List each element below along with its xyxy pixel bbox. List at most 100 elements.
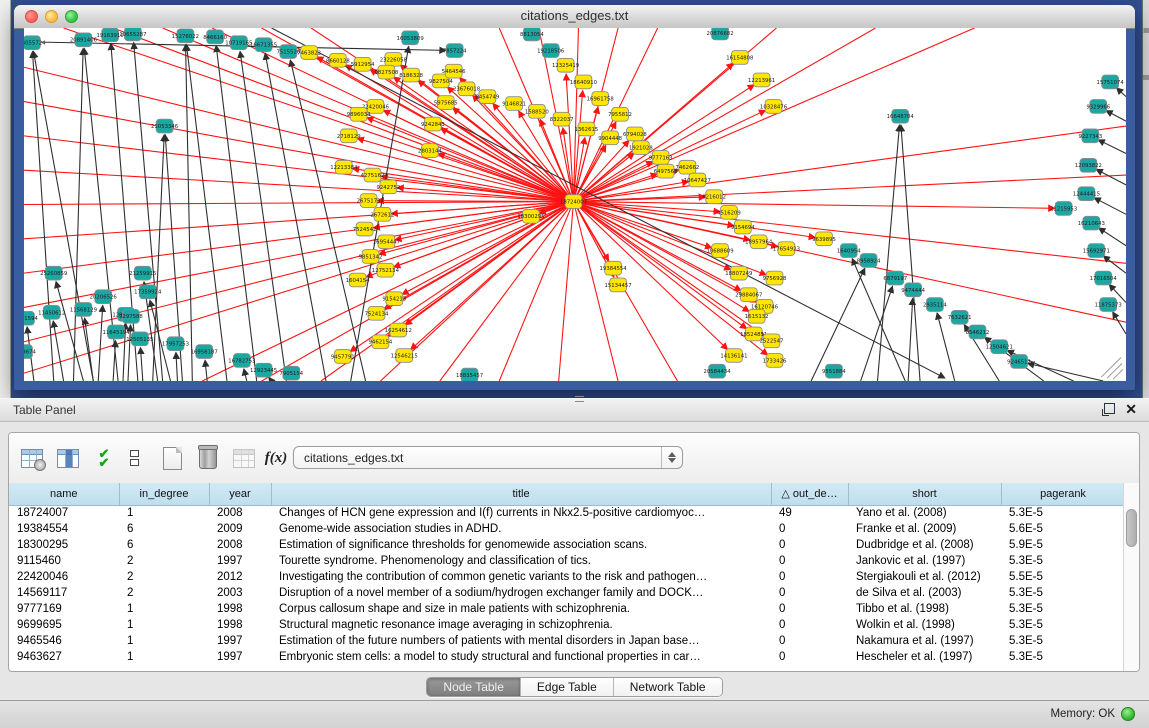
cell-title[interactable]: Structural magnetic resonance image aver… [271,617,771,633]
table-row[interactable]: 969969511998Structural magnetic resonanc… [9,617,1125,633]
cell-short[interactable]: Franke et al. (2009) [848,521,1001,537]
cell-year[interactable]: 2008 [209,505,271,521]
cell-pagerank[interactable]: 5.3E-5 [1001,553,1125,569]
cell-in_degree[interactable]: 2 [119,585,209,601]
tab-node-table[interactable]: Node Table [427,678,520,696]
cell-title[interactable]: Investigating the contribution of common… [271,569,771,585]
cell-name[interactable]: 19384554 [9,521,119,537]
cell-in_degree[interactable]: 2 [119,553,209,569]
cell-title[interactable]: Changes of HCN gene expression and I(f) … [271,505,771,521]
table-row[interactable]: 946554611997Estimation of the future num… [9,633,1125,649]
cell-out_degree[interactable]: 49 [771,505,848,521]
cell-year[interactable]: 2009 [209,521,271,537]
cell-title[interactable]: Genome-wide association studies in ADHD. [271,521,771,537]
row-checks-icon[interactable]: ✔✔ [91,445,117,471]
cell-title[interactable]: Corpus callosum shape and size in male p… [271,601,771,617]
cell-in_degree[interactable]: 2 [119,569,209,585]
column-header-out_de[interactable]: △ out_de… [771,483,848,505]
function-builder-icon[interactable]: f(x) [263,445,289,471]
cell-name[interactable]: 9699695 [9,617,119,633]
cell-short[interactable]: Tibbo et al. (1998) [848,601,1001,617]
cell-out_degree[interactable]: 0 [771,553,848,569]
network-canvas[interactable]: 1872400718300295746382286601285912954232… [24,28,1126,381]
scrollbar-thumb[interactable] [1126,509,1137,547]
cell-pagerank[interactable]: 5.3E-5 [1001,649,1125,665]
cell-short[interactable]: Hescheler et al. (1997) [848,649,1001,665]
cell-in_degree[interactable]: 1 [119,649,209,665]
cell-in_degree[interactable]: 1 [119,633,209,649]
cell-short[interactable]: Nakamura et al. (1997) [848,633,1001,649]
cell-name[interactable]: 14569117 [9,585,119,601]
table-row[interactable]: 1830029562008Estimation of significance … [9,537,1125,553]
cell-title[interactable]: Tourette syndrome. Phenomenology and cla… [271,553,771,569]
cell-in_degree[interactable]: 1 [119,617,209,633]
cell-name[interactable]: 9465546 [9,633,119,649]
new-document-icon[interactable] [159,445,185,471]
table-settings-icon[interactable] [19,445,45,471]
cell-out_degree[interactable]: 0 [771,649,848,665]
cell-year[interactable]: 1998 [209,601,271,617]
cell-short[interactable]: Stergiakouli et al. (2012) [848,569,1001,585]
cell-pagerank[interactable]: 5.9E-5 [1001,537,1125,553]
cell-pagerank[interactable]: 5.3E-5 [1001,633,1125,649]
cell-name[interactable]: 9463627 [9,649,119,665]
cell-short[interactable]: Jankovic et al. (1997) [848,553,1001,569]
cell-pagerank[interactable]: 5.3E-5 [1001,505,1125,521]
table-selector-dropdown[interactable]: citations_edges.txt [293,446,683,469]
cell-year[interactable]: 2003 [209,585,271,601]
cell-out_degree[interactable]: 0 [771,569,848,585]
column-header-pagerank[interactable]: pagerank [1001,483,1125,505]
cell-pagerank[interactable]: 5.5E-5 [1001,569,1125,585]
cell-name[interactable]: 18724007 [9,505,119,521]
cell-year[interactable]: 2008 [209,537,271,553]
cell-pagerank[interactable]: 5.3E-5 [1001,585,1125,601]
table-row[interactable]: 977716911998Corpus callosum shape and si… [9,601,1125,617]
table-row[interactable]: 1938455462009Genome-wide association stu… [9,521,1125,537]
close-panel-icon[interactable]: ✕ [1125,402,1137,416]
cell-out_degree[interactable]: 0 [771,585,848,601]
float-panel-icon[interactable] [1102,403,1115,416]
cell-pagerank[interactable]: 5.3E-5 [1001,617,1125,633]
table-row[interactable]: 911546021997Tourette syndrome. Phenomeno… [9,553,1125,569]
cell-name[interactable]: 9115460 [9,553,119,569]
cell-title[interactable]: Embryonic stem cells: a model to study s… [271,649,771,665]
splitter-handle[interactable] [575,396,584,402]
cell-title[interactable]: Disruption of a novel member of a sodium… [271,585,771,601]
cell-title[interactable]: Estimation of the future numbers of pati… [271,633,771,649]
cell-out_degree[interactable]: 0 [771,601,848,617]
cell-short[interactable]: Yano et al. (2008) [848,505,1001,521]
cell-in_degree[interactable]: 6 [119,537,209,553]
cell-short[interactable]: Dudbridge et al. (2008) [848,537,1001,553]
vertical-scrollbar[interactable] [1123,483,1139,671]
cell-name[interactable]: 9777169 [9,601,119,617]
memory-status[interactable]: Memory: OK [1050,707,1135,721]
cell-out_degree[interactable]: 0 [771,521,848,537]
cell-year[interactable]: 1998 [209,617,271,633]
cell-out_degree[interactable]: 0 [771,537,848,553]
cell-pagerank[interactable]: 5.3E-5 [1001,601,1125,617]
table-row[interactable]: 946362711997Embryonic stem cells: a mode… [9,649,1125,665]
select-columns-icon[interactable] [55,445,81,471]
cell-short[interactable]: Wolkin et al. (1998) [848,617,1001,633]
delete-icon[interactable] [195,445,221,471]
cell-out_degree[interactable]: 0 [771,633,848,649]
cell-pagerank[interactable]: 5.6E-5 [1001,521,1125,537]
tab-edge-table[interactable]: Edge Table [520,678,613,696]
cell-in_degree[interactable]: 1 [119,505,209,521]
resize-grip[interactable] [1101,357,1123,379]
cell-short[interactable]: de Silva et al. (2003) [848,585,1001,601]
cell-year[interactable]: 1997 [209,633,271,649]
tab-network-table[interactable]: Network Table [613,678,722,696]
cell-year[interactable]: 1997 [209,649,271,665]
column-header-title[interactable]: title [271,483,771,505]
window-titlebar[interactable]: citations_edges.txt [14,5,1135,29]
column-header-year[interactable]: year [209,483,271,505]
table-row[interactable]: 2242004622012Investigating the contribut… [9,569,1125,585]
cell-name[interactable]: 18300295 [9,537,119,553]
column-header-name[interactable]: name [9,483,119,505]
cell-in_degree[interactable]: 1 [119,601,209,617]
table-row[interactable]: 1456911722003Disruption of a novel membe… [9,585,1125,601]
table-row[interactable]: 1872400712008Changes of HCN gene express… [9,505,1125,521]
cell-name[interactable]: 22420046 [9,569,119,585]
cell-in_degree[interactable]: 6 [119,521,209,537]
